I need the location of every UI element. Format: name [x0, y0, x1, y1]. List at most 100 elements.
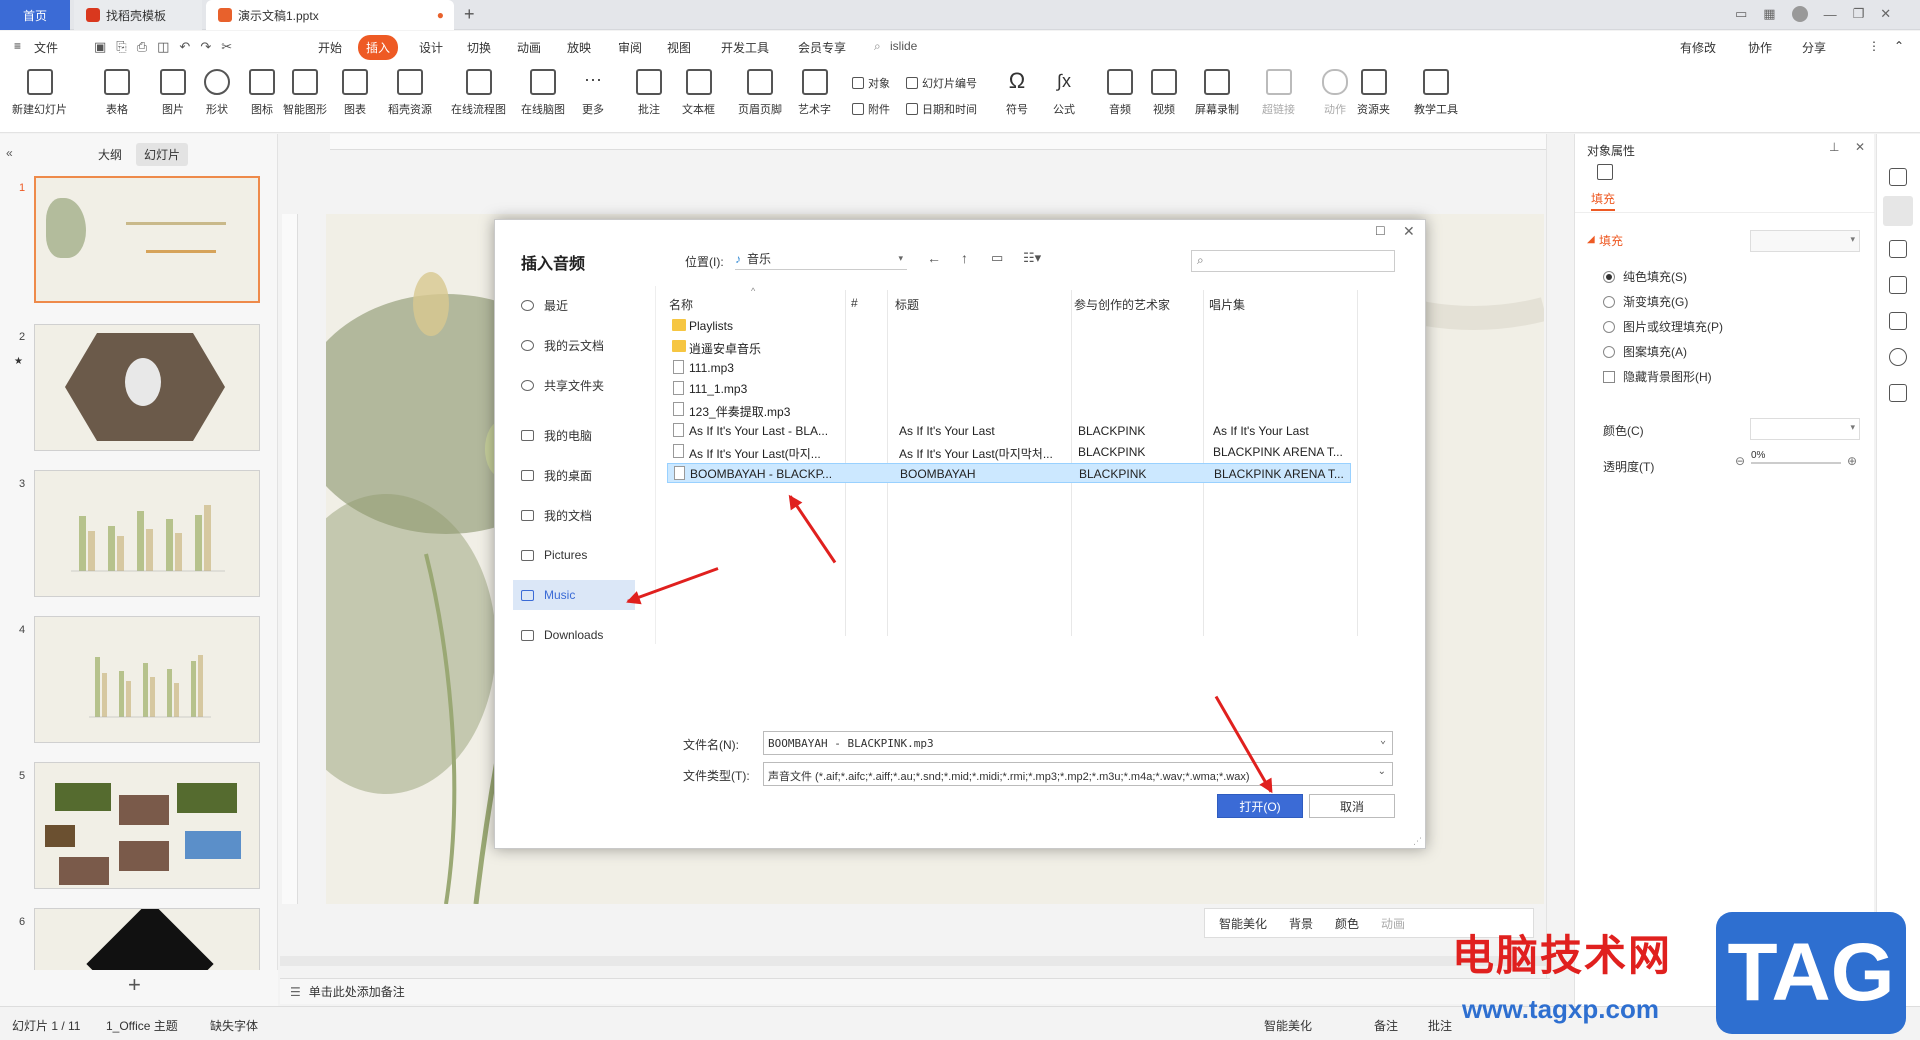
file-row-selected[interactable]: BOOMBAYAH - BLACKP... BOOMBAYAH BLACKPINK B…: [667, 463, 1351, 483]
chart-button[interactable]: 图表: [342, 69, 368, 117]
more-button[interactable]: ··· 更多: [580, 69, 606, 117]
solid-fill-option[interactable]: 纯色填充(S): [1603, 268, 1687, 285]
tab-document[interactable]: 演示文稿1.pptx ●: [206, 0, 454, 30]
properties-icon[interactable]: [1883, 196, 1913, 226]
h-scrollbar[interactable]: [280, 956, 1550, 966]
object-button[interactable]: 对象: [852, 75, 890, 91]
save-icon[interactable]: ▣: [94, 39, 106, 55]
filename-input[interactable]: BOOMBAYAH - BLACKPINK.mp3 ⌄: [763, 731, 1393, 755]
tab-template[interactable]: 找稻壳模板: [74, 0, 202, 30]
search-input[interactable]: ⌕: [1191, 250, 1395, 272]
grid-icon[interactable]: ▦: [1763, 6, 1775, 22]
undo-icon[interactable]: ↶: [179, 39, 190, 55]
maximize-icon[interactable]: ☐: [1375, 224, 1386, 238]
pin-star-icon[interactable]: [1889, 240, 1907, 258]
menu-view[interactable]: 视图: [667, 39, 691, 56]
slide-number-button[interactable]: 幻灯片编号: [906, 75, 977, 91]
pin-icon[interactable]: ⊥: [1829, 140, 1839, 154]
minimize-icon[interactable]: —: [1824, 7, 1837, 22]
col-number[interactable]: #: [851, 296, 858, 310]
table-button[interactable]: 表格: [104, 69, 130, 117]
file-row[interactable]: 逍遥安卓音乐: [667, 337, 1351, 357]
view-menu-icon[interactable]: ☷▾: [1023, 250, 1041, 266]
rocket-icon[interactable]: [1889, 168, 1907, 186]
canvas-scrollbar[interactable]: [1546, 134, 1570, 1006]
menu-insert[interactable]: 插入: [358, 35, 399, 60]
col-title[interactable]: 标题: [895, 296, 919, 313]
transparency-slider[interactable]: [1751, 462, 1841, 464]
minus-icon[interactable]: ⊖: [1735, 454, 1745, 468]
avatar[interactable]: [1791, 6, 1808, 22]
file-row[interactable]: As If It's Your Last - BLA... As If It's …: [667, 421, 1351, 441]
menu-developer[interactable]: 开发工具: [721, 39, 769, 56]
nav-music[interactable]: Music: [513, 580, 635, 610]
background-button[interactable]: 背景: [1289, 915, 1313, 932]
comment-toggle[interactable]: 批注: [1428, 1017, 1452, 1034]
menu-transition[interactable]: 切换: [467, 39, 491, 56]
preview-icon[interactable]: ◫: [157, 39, 169, 55]
slide-thumb-4[interactable]: [34, 616, 260, 743]
teaching-tools-button[interactable]: 教学工具: [1414, 69, 1458, 117]
slide-thumb-2[interactable]: [34, 324, 260, 451]
picture-button[interactable]: 图片: [160, 69, 186, 117]
copy-icon[interactable]: [1889, 276, 1907, 294]
new-tab-button[interactable]: +: [464, 4, 475, 25]
tab-slides[interactable]: 幻灯片: [136, 143, 189, 166]
format-painter-icon[interactable]: ✂: [221, 39, 232, 55]
open-button[interactable]: 打开(O): [1217, 794, 1303, 818]
file-row[interactable]: 111_1.mp3: [667, 379, 1351, 399]
date-time-button[interactable]: 日期和时间: [906, 101, 977, 117]
has-changes-button[interactable]: 有修改: [1680, 39, 1716, 56]
file-row[interactable]: 111.mp3: [667, 358, 1351, 378]
color-select[interactable]: ▾: [1750, 418, 1860, 440]
icon-button[interactable]: 图标: [249, 69, 275, 117]
resource-folder-button[interactable]: 资源夹: [1357, 69, 1390, 117]
nav-my-desktop[interactable]: 我的桌面: [513, 460, 635, 490]
menu-slideshow[interactable]: 放映: [567, 39, 591, 56]
nav-cloud-docs[interactable]: 我的云文档: [513, 330, 635, 360]
attachment-button[interactable]: 附件: [852, 101, 890, 117]
section-fill[interactable]: 填充: [1599, 232, 1623, 249]
audio-button[interactable]: 音频: [1107, 69, 1133, 117]
file-row[interactable]: 123_伴奏提取.mp3: [667, 400, 1351, 420]
add-slide-button[interactable]: +: [128, 972, 141, 998]
comment-button[interactable]: 批注: [636, 69, 662, 117]
nav-pictures[interactable]: Pictures: [513, 540, 635, 570]
plus-icon[interactable]: ⊕: [1847, 454, 1857, 468]
screen-record-button[interactable]: 屏幕录制: [1195, 69, 1239, 117]
col-name[interactable]: 名称: [669, 296, 693, 313]
collapse-ribbon-icon[interactable]: ⌃: [1894, 39, 1904, 53]
layout-icon[interactable]: ▭: [1735, 6, 1747, 22]
filetype-select[interactable]: 声音文件 (*.aif;*.aifc;*.aiff;*.au;*.snd;*.m…: [763, 762, 1393, 786]
pattern-fill-option[interactable]: 图案填充(A): [1603, 343, 1687, 360]
theme-name[interactable]: 1_Office 主题: [106, 1017, 178, 1034]
slide-thumb-5[interactable]: [34, 762, 260, 889]
formula-button[interactable]: ∫x 公式: [1051, 69, 1077, 117]
smartart-button[interactable]: 智能图形: [283, 69, 327, 117]
nav-shared-folder[interactable]: 共享文件夹: [513, 370, 635, 400]
col-artist[interactable]: 参与创作的艺术家: [1074, 296, 1170, 313]
location-select[interactable]: ♪ 音乐 ▾: [735, 248, 907, 270]
collapse-triangle-icon[interactable]: ◢: [1587, 234, 1595, 245]
fill-type-select[interactable]: ▾: [1750, 230, 1860, 252]
wordart-button[interactable]: 艺术字: [798, 69, 831, 117]
flowchart-button[interactable]: 在线流程图: [451, 69, 506, 117]
redo-icon[interactable]: ↷: [200, 39, 211, 55]
menu-start[interactable]: 开始: [318, 39, 342, 56]
color-button[interactable]: 颜色: [1335, 915, 1359, 932]
gradient-fill-option[interactable]: 渐变填充(G): [1603, 293, 1688, 310]
up-icon[interactable]: ↑: [961, 250, 968, 266]
notes-bar[interactable]: ☰ 单击此处添加备注: [280, 978, 1550, 1004]
tab-outline[interactable]: 大纲: [98, 146, 122, 163]
menu-file[interactable]: 文件: [34, 39, 58, 56]
slide-thumb-1[interactable]: [34, 176, 260, 303]
dialog-close-icon[interactable]: ✕: [1403, 223, 1415, 240]
animation-button[interactable]: 动画: [1381, 915, 1405, 932]
file-row[interactable]: As If It's Your Last(마지... As If It's You…: [667, 442, 1351, 462]
menu-review[interactable]: 审阅: [618, 39, 642, 56]
new-slide-button[interactable]: 新建幻灯片: [12, 69, 67, 117]
back-icon[interactable]: ←: [927, 250, 941, 266]
close-panel-icon[interactable]: ✕: [1855, 140, 1865, 154]
missing-font[interactable]: 缺失字体: [210, 1017, 258, 1034]
beautify-status[interactable]: 智能美化: [1264, 1017, 1312, 1034]
